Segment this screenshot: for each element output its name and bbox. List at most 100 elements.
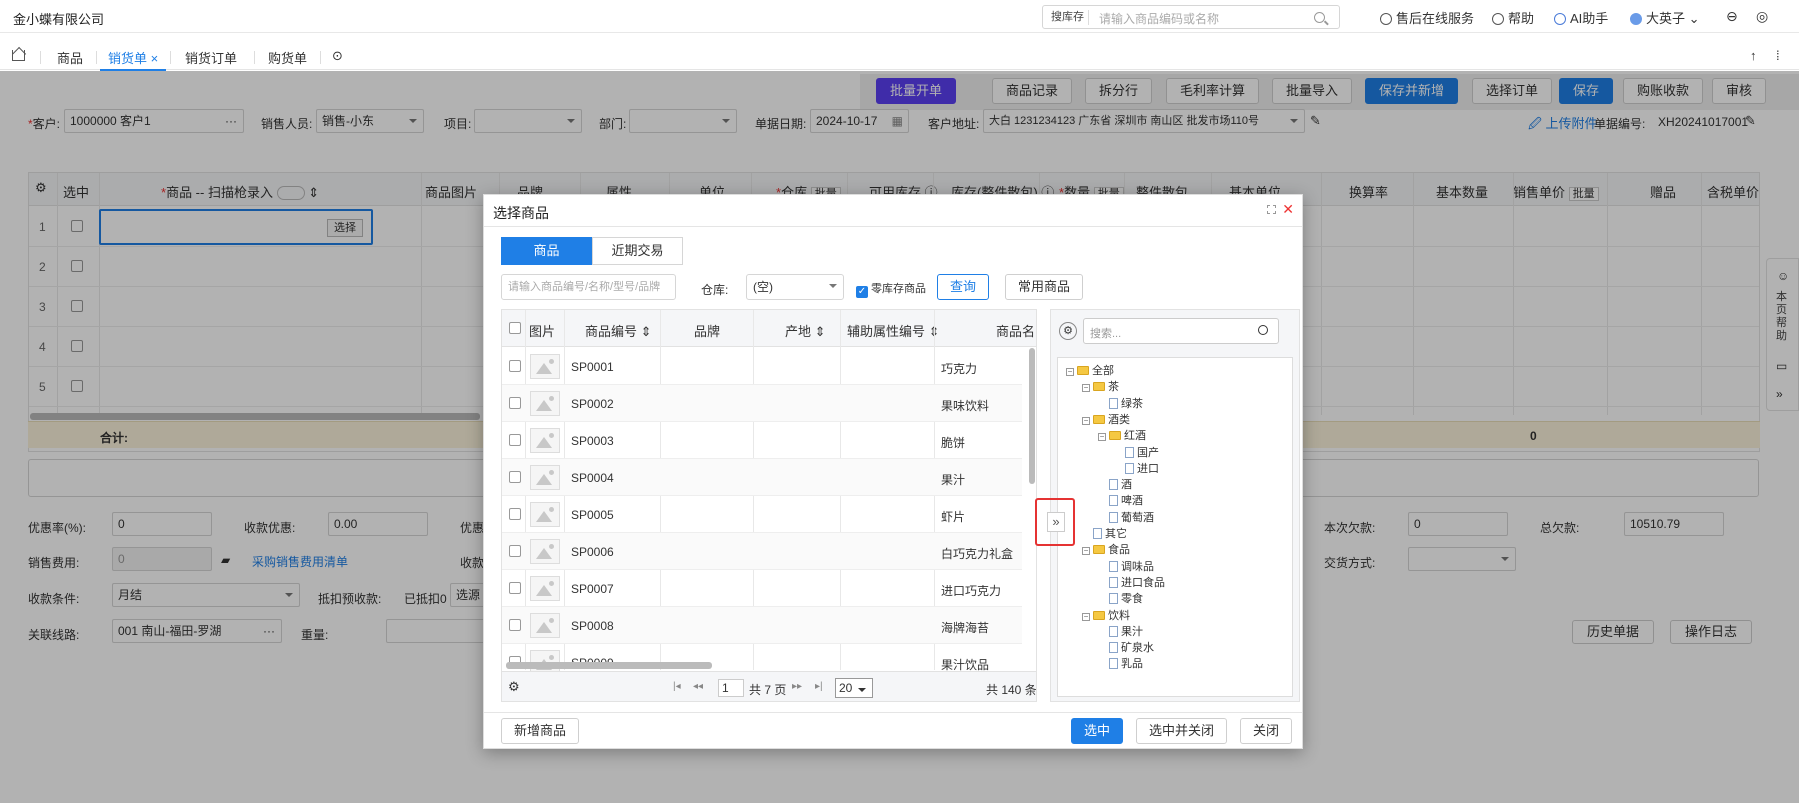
tab-products[interactable]: 商品 [57, 48, 83, 67]
query-button[interactable]: 查询 [937, 274, 990, 300]
tree-node[interactable]: − 食品 [1082, 543, 1130, 557]
tree-node[interactable]: 酒 [1098, 478, 1132, 492]
select-and-close-button[interactable]: 选中并关闭 [1136, 718, 1228, 744]
first-page-icon[interactable]: |◂ [673, 681, 681, 692]
tree-node[interactable]: − 红酒 [1098, 429, 1146, 443]
tab-sales-order[interactable]: 销货订单 [185, 48, 237, 67]
collapse-icon[interactable]: − [1066, 368, 1074, 376]
new-product-button[interactable]: 新增商品 [501, 718, 580, 744]
close-icon[interactable]: ✕ [1282, 201, 1294, 218]
scroll-up-icon[interactable]: ↑ [1750, 48, 1757, 63]
horizontal-scrollbar[interactable] [506, 662, 712, 669]
maximize-icon[interactable] [1267, 205, 1276, 214]
table-row[interactable]: SP0003 脆饼 [502, 422, 1022, 459]
tree-node[interactable]: 果汁 [1098, 625, 1143, 639]
last-page-icon[interactable]: ▸| [815, 681, 823, 692]
service-link[interactable]: 售后在线服务 [1380, 8, 1474, 27]
help-link[interactable]: 帮助 [1492, 8, 1534, 27]
row-checkbox[interactable] [509, 582, 521, 594]
tree-node[interactable]: 矿泉水 [1098, 641, 1154, 655]
table-settings-icon[interactable]: ⚙ [508, 679, 520, 695]
tree-node[interactable]: − 饮料 [1082, 609, 1130, 623]
tree-node[interactable]: 啤酒 [1098, 494, 1143, 508]
tree-node[interactable]: 进口 [1114, 462, 1159, 476]
select-all-checkbox[interactable] [509, 322, 521, 334]
page-input[interactable]: 1 [718, 679, 744, 697]
product-code: SP0001 [571, 360, 614, 374]
tree-node[interactable]: − 酒类 [1082, 413, 1130, 427]
prev-page-icon[interactable]: ◂◂ [693, 681, 703, 692]
tree-node[interactable]: 乳品 [1098, 657, 1143, 671]
table-row[interactable]: SP0008 海牌海苔 [502, 607, 1022, 644]
file-icon [1109, 593, 1118, 605]
collapse-icon[interactable]: − [1098, 433, 1106, 442]
table-row[interactable]: SP0004 果汁 [502, 459, 1022, 496]
search-input[interactable]: 请输入商品编码或名称 [1099, 10, 1219, 27]
row-checkbox[interactable] [509, 397, 521, 409]
row-checkbox[interactable] [509, 434, 521, 446]
tab-sales-slip[interactable]: 销货单 × [99, 48, 167, 71]
collapse-icon[interactable]: − [1082, 547, 1090, 556]
tab-more-icon[interactable]: ⊙ [332, 48, 343, 64]
collapse-icon[interactable]: − [1082, 612, 1090, 621]
next-page-icon[interactable]: ▸▸ [792, 681, 802, 692]
product-code: SP0002 [571, 397, 614, 411]
vertical-scrollbar[interactable] [1029, 348, 1035, 484]
col-code[interactable]: 商品编号 ⇕ [585, 321, 652, 340]
tree-node[interactable]: 调味品 [1098, 560, 1154, 574]
row-checkbox[interactable] [509, 545, 521, 557]
tab-goods[interactable]: 商品 [501, 237, 592, 265]
table-row[interactable]: SP0006 白巧克力礼盒 [502, 533, 1022, 570]
expand-toggle-icon[interactable]: » [1047, 512, 1065, 532]
tree-node[interactable]: 零食 [1098, 592, 1143, 606]
close-icon[interactable]: × [151, 51, 159, 66]
row-checkbox[interactable] [509, 360, 521, 372]
tree-node[interactable]: − 茶 [1082, 380, 1119, 394]
settings-icon[interactable]: ◎ [1756, 8, 1768, 25]
row-checkbox[interactable] [509, 471, 521, 483]
table-row[interactable]: SP0007 进口巧克力 [502, 570, 1022, 607]
folder-icon [1093, 610, 1105, 620]
collapse-icon[interactable]: − [1082, 416, 1090, 425]
chevron-down-icon: ⌄ [1688, 11, 1700, 26]
col-origin[interactable]: 产地 ⇕ [785, 321, 826, 340]
user-menu[interactable]: 大英子 ⌄ [1630, 8, 1700, 27]
tree-node[interactable]: − 全部 [1066, 364, 1114, 378]
check-icon: ✓ [856, 286, 868, 298]
col-aux-code[interactable]: 辅助属性编号 ⇕ [847, 321, 940, 340]
tree-search-input[interactable]: 搜索... [1083, 318, 1279, 344]
tree-node[interactable]: 绿茶 [1098, 397, 1143, 411]
tree-node[interactable]: 葡萄酒 [1098, 511, 1154, 525]
row-checkbox[interactable] [509, 508, 521, 520]
product-search-input[interactable]: 请输入商品编号/名称/型号/品牌 [501, 274, 676, 300]
close-button[interactable]: 关闭 [1240, 718, 1293, 744]
tree-node[interactable]: 国产 [1114, 446, 1159, 460]
file-icon [1109, 397, 1118, 409]
search-icon[interactable] [1258, 325, 1268, 335]
tab-recent-deals[interactable]: 近期交易 [592, 237, 683, 265]
tree-node[interactable]: 进口食品 [1098, 576, 1165, 590]
tab-purchase[interactable]: 购货单 [268, 48, 307, 67]
select-button[interactable]: 选中 [1071, 718, 1124, 744]
help-icon [1492, 13, 1504, 25]
tree-settings-icon[interactable]: ⚙ [1059, 322, 1077, 340]
search-scope[interactable]: 搜库存 [1047, 10, 1089, 25]
table-row[interactable]: SP0002 果味饮料 [502, 385, 1022, 422]
warehouse-select[interactable]: (空) [746, 274, 844, 300]
tree-node[interactable]: 其它 [1082, 527, 1127, 541]
page-size-select[interactable]: 20 [835, 678, 873, 698]
zero-stock-checkbox[interactable]: ✓ 零库存商品 [856, 280, 926, 298]
global-search[interactable]: 搜库存 请输入商品编码或名称 [1042, 5, 1340, 29]
collapse-icon[interactable]: − [1082, 384, 1090, 393]
table-row[interactable]: SP0005 虾片 [502, 496, 1022, 533]
back-icon[interactable]: ⊖ [1726, 8, 1738, 25]
ai-assistant-link[interactable]: AI助手 [1554, 8, 1608, 27]
search-icon[interactable] [1314, 12, 1325, 23]
select-product-dialog: 选择商品 ✕ 商品 近期交易 请输入商品编号/名称/型号/品牌 仓库: (空) … [483, 194, 1303, 749]
ai-icon [1554, 13, 1566, 25]
file-icon [1109, 642, 1118, 654]
menu-icon[interactable]: ⁞ [1776, 48, 1780, 63]
row-checkbox[interactable] [509, 619, 521, 631]
table-row[interactable]: SP0001 巧克力 [502, 348, 1022, 385]
common-products-button[interactable]: 常用商品 [1005, 274, 1084, 300]
